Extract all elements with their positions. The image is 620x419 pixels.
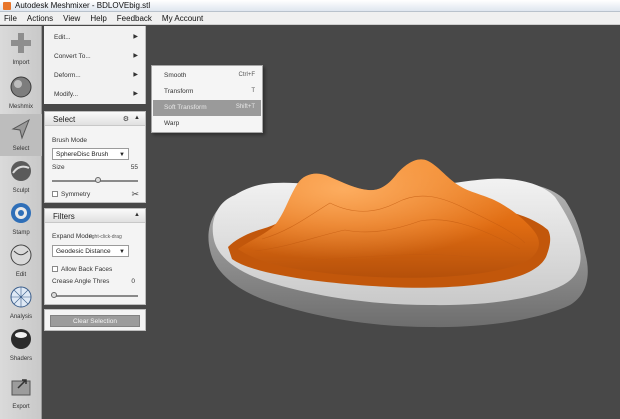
size-label: Size [52, 164, 65, 171]
tool-stamp[interactable]: Stamp [0, 198, 42, 240]
collapse-triangle-icon[interactable]: ▲ [134, 212, 140, 218]
edit-sphere-icon [10, 244, 32, 266]
filters-panel-header: Filters ▲ [45, 209, 145, 223]
submenu-item-smooth[interactable]: Smooth Ctrl+F [153, 68, 261, 84]
symmetry-label: Symmetry [61, 191, 91, 198]
deform-submenu: Smooth Ctrl+F Transform T Soft Transform… [151, 65, 263, 133]
chevron-down-icon: ▼ [119, 152, 125, 158]
select-flyout-menu: Edit... ▶ Convert To... ▶ Deform... ▶ Mo… [44, 26, 146, 104]
symmetry-tool-icon[interactable]: ✂ [131, 189, 139, 200]
stamp-icon [11, 203, 31, 223]
menu-item-edit[interactable]: Edit... ▶ [44, 28, 146, 47]
chevron-down-icon: ▼ [119, 249, 125, 255]
size-slider-thumb[interactable] [95, 177, 102, 183]
menu-item-label: Modify... [54, 91, 79, 98]
tool-label: Import [12, 60, 30, 66]
tool-import[interactable]: Import [0, 28, 42, 70]
submenu-item-shortcut: Ctrl+F [238, 72, 256, 78]
collapse-triangle-icon[interactable]: ▲ [134, 115, 140, 121]
shaders-sphere-icon [11, 329, 31, 349]
tool-label: Shaders [9, 356, 33, 362]
meshmixer-app-icon [3, 2, 11, 10]
clear-selection-button[interactable]: Clear Selection [50, 315, 140, 327]
tool-select[interactable]: Select [0, 114, 42, 156]
tool-export[interactable]: Export [0, 372, 42, 414]
brush-mode-dropdown[interactable]: SphereDisc Brush ▼ [52, 148, 129, 160]
menu-help[interactable]: Help [90, 14, 106, 23]
expand-mode-label: Expand Mode [52, 233, 93, 240]
tool-label: Export [12, 404, 30, 410]
menu-actions[interactable]: Actions [27, 14, 53, 23]
meshmix-sphere-icon [10, 76, 32, 98]
analysis-sphere-icon [10, 286, 32, 308]
window-title: Autodesk Meshmixer - BDLOVEbig.stl [15, 1, 151, 10]
crease-angle-value: 0 [131, 278, 135, 285]
submenu-item-shortcut: Shift+T [235, 104, 255, 110]
title-bar: Autodesk Meshmixer - BDLOVEbig.stl [0, 0, 620, 12]
submenu-item-label: Warp [164, 120, 180, 127]
menu-item-deform[interactable]: Deform... ▶ [44, 66, 146, 85]
menu-item-modify[interactable]: Modify... ▶ [44, 85, 146, 104]
filters-panel: Filters ▲ Expand Mode right-click-drag G… [44, 208, 146, 305]
menu-view[interactable]: View [63, 14, 80, 23]
submenu-item-transform[interactable]: Transform T [153, 84, 261, 100]
menu-item-convert-to[interactable]: Convert To... ▶ [44, 47, 146, 66]
submenu-item-label: Transform [164, 88, 194, 95]
symmetry-checkbox[interactable] [52, 191, 58, 197]
export-icon [11, 379, 31, 396]
menu-feedback[interactable]: Feedback [117, 14, 152, 23]
menu-file[interactable]: File [4, 14, 17, 23]
submenu-item-soft-transform[interactable]: Soft Transform Shift+T [153, 100, 261, 116]
submenu-item-warp[interactable]: Warp [153, 116, 261, 132]
allow-back-faces-label: Allow Back Faces [61, 266, 113, 273]
tool-meshmix[interactable]: Meshmix [0, 72, 42, 114]
crease-angle-slider-track[interactable] [52, 295, 138, 297]
size-value: 55 [130, 164, 138, 171]
left-toolbar: Import Meshmix Select Sculpt Stamp Edit … [0, 26, 42, 419]
chevron-right-icon: ▶ [133, 53, 138, 59]
chevron-right-icon: ▶ [133, 34, 138, 40]
chevron-right-icon: ▶ [133, 72, 138, 78]
dropdown-value: SphereDisc Brush [56, 151, 109, 158]
submenu-item-shortcut: T [251, 88, 255, 94]
crease-angle-label: Crease Angle Thres [52, 278, 110, 285]
chevron-right-icon: ▶ [133, 91, 138, 97]
brush-mode-label: Brush Mode [52, 137, 88, 144]
tool-label: Stamp [12, 230, 30, 236]
settings-gear-icon[interactable]: ⚙ [123, 115, 129, 123]
clear-selection-panel: Clear Selection [44, 309, 146, 331]
tool-label: Meshmix [8, 104, 33, 110]
tool-edit[interactable]: Edit [0, 240, 42, 282]
tool-label: Select [12, 146, 30, 152]
plus-icon [11, 33, 31, 53]
allow-back-faces-checkbox[interactable] [52, 266, 58, 272]
button-label: Clear Selection [72, 318, 118, 325]
panel-title: Filters [53, 212, 75, 221]
menu-my-account[interactable]: My Account [162, 14, 203, 23]
tool-label: Analysis [9, 314, 33, 320]
select-panel-header: Select ⚙ ▲ [45, 112, 145, 126]
sculpt-brush-icon [11, 161, 31, 181]
panel-title: Select [53, 115, 76, 124]
menu-item-label: Edit... [54, 34, 71, 41]
tool-analysis[interactable]: Analysis [0, 282, 42, 324]
submenu-item-label: Smooth [164, 72, 187, 79]
tool-shaders[interactable]: Shaders [0, 324, 42, 366]
tool-label: Sculpt [12, 188, 30, 194]
submenu-item-label: Soft Transform [164, 104, 207, 111]
arrow-cursor-icon [11, 118, 30, 140]
menu-item-label: Deform... [54, 72, 81, 79]
select-panel: Select ⚙ ▲ Brush Mode SphereDisc Brush ▼… [44, 111, 146, 203]
menu-item-label: Convert To... [54, 53, 91, 60]
tool-label: Edit [15, 272, 27, 278]
tool-sculpt[interactable]: Sculpt [0, 156, 42, 198]
crease-angle-slider-thumb[interactable] [51, 292, 57, 298]
menu-bar: File Actions View Help Feedback My Accou… [0, 12, 620, 25]
expand-mode-hint: right-click-drag [89, 234, 122, 240]
expand-mode-dropdown[interactable]: Geodesic Distance ▼ [52, 245, 129, 257]
dropdown-value: Geodesic Distance [56, 248, 111, 255]
